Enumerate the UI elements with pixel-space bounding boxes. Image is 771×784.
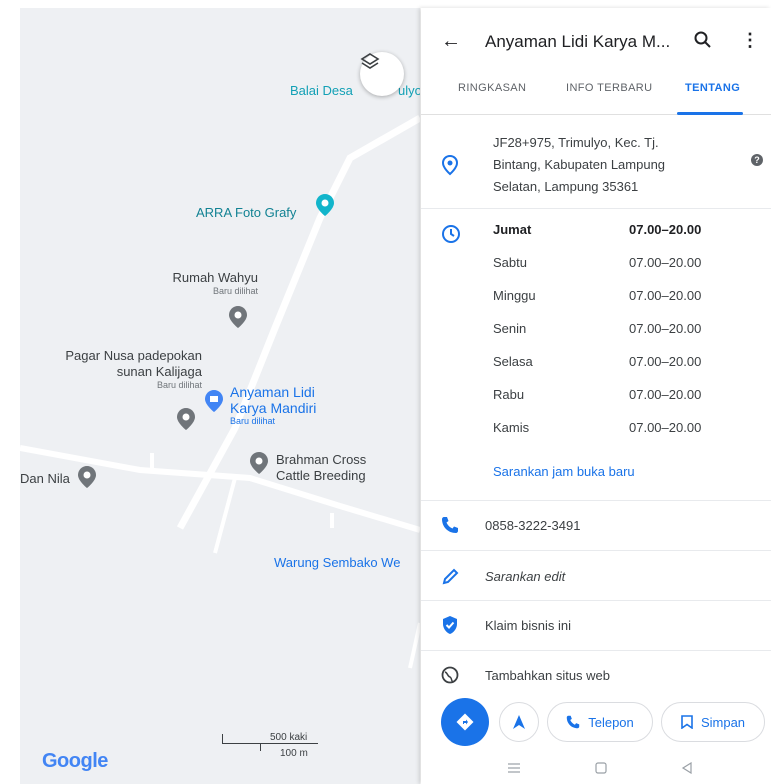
divider: [421, 600, 771, 601]
google-logo: Google: [42, 750, 108, 772]
claim-business-link[interactable]: Klaim bisnis ini: [485, 618, 571, 633]
globe-icon: [441, 666, 459, 684]
divider: [421, 650, 771, 651]
add-website-link[interactable]: Tambahkan situs web: [485, 668, 610, 683]
phone-icon: [442, 517, 458, 533]
scale-imperial: 500 kaki: [270, 732, 308, 743]
poi-brahman-cross[interactable]: Brahman Cross Cattle Breeding: [276, 452, 366, 484]
map-pin-icon[interactable]: [229, 306, 247, 328]
poi-anyaman-lidi[interactable]: Anyaman Lidi Karya Mandiri Baru dilihat: [230, 384, 316, 427]
verified-shield-icon: [443, 616, 457, 634]
menu-icon[interactable]: [507, 762, 521, 774]
suggest-hours-link[interactable]: Sarankan jam buka baru: [493, 464, 635, 479]
home-icon[interactable]: [595, 762, 607, 774]
active-tab-indicator: [677, 112, 743, 115]
poi-rumah-wahyu[interactable]: Rumah Wahyu Baru dilihat: [158, 270, 259, 297]
road-branch-1: [213, 477, 237, 554]
search-icon[interactable]: [693, 30, 713, 50]
poi-pagar-nusa[interactable]: Pagar Nusa padepokan sunan Kalijaga Baru…: [40, 348, 202, 391]
action-bar: Telepon Simpan: [421, 698, 771, 750]
back-nav-icon[interactable]: [681, 762, 693, 774]
start-navigation-button[interactable]: [499, 702, 539, 742]
suggest-edit-link[interactable]: Sarankan edit: [485, 569, 565, 584]
panel-header: ← Anyaman Lidi Karya M... ⋮: [421, 8, 771, 68]
tab-info-terbaru[interactable]: INFO TERBARU: [566, 82, 653, 94]
map-pin-icon[interactable]: [78, 466, 96, 488]
place-title: Anyaman Lidi Karya M...: [485, 32, 671, 51]
call-button[interactable]: Telepon: [547, 702, 653, 742]
tab-tentang[interactable]: TENTANG: [685, 82, 740, 94]
location-pin-icon: [441, 154, 459, 176]
poi-balai-desa[interactable]: Balai Desa: [290, 82, 353, 100]
bookmark-icon: [681, 715, 693, 729]
clock-icon: [442, 225, 460, 243]
divider: [421, 500, 771, 501]
map-scale: 500 kaki 100 m: [220, 726, 330, 766]
road-branch-4: [408, 622, 420, 669]
phone-number[interactable]: 0858-3222-3491: [485, 518, 580, 533]
phone-icon: [566, 715, 580, 729]
poi-balai-desa-tail: ulyo: [398, 83, 420, 98]
map-pin-icon[interactable]: [250, 452, 268, 474]
directions-icon: [456, 713, 474, 731]
navigation-arrow-icon: [513, 715, 525, 729]
tab-ringkasan[interactable]: RINGKASAN: [458, 82, 526, 94]
divider: [421, 550, 771, 551]
address-text[interactable]: JF28+975, Trimulyo, Kec. Tj. Bintang, Ka…: [493, 132, 703, 198]
layers-icon: [360, 53, 380, 69]
poi-warung-sembako[interactable]: Warung Sembako We: [274, 554, 400, 572]
back-arrow-icon[interactable]: ←: [441, 30, 461, 53]
scale-metric: 100 m: [280, 748, 308, 759]
directions-button[interactable]: [441, 698, 489, 746]
shop-pin-icon[interactable]: [205, 390, 223, 412]
divider: [421, 208, 771, 209]
layers-button[interactable]: [360, 52, 404, 96]
poi-dan-nila[interactable]: Dan Nila: [20, 470, 70, 488]
pencil-icon: [442, 568, 459, 585]
camera-pin-icon[interactable]: [316, 194, 334, 216]
tab-bar: RINGKASAN INFO TERBARU TENTANG: [421, 68, 771, 115]
map-view[interactable]: Balai Desa ulyo ARRA Foto Grafy Rumah Wa…: [20, 8, 420, 784]
system-nav-bar: [421, 752, 771, 784]
map-pin-icon[interactable]: [177, 408, 195, 430]
more-vert-icon[interactable]: ⋮: [741, 30, 759, 51]
place-details-panel: ← Anyaman Lidi Karya M... ⋮ RINGKASAN IN…: [421, 8, 771, 784]
save-button[interactable]: Simpan: [661, 702, 765, 742]
poi-arra[interactable]: ARRA Foto Grafy: [196, 204, 296, 222]
help-icon[interactable]: ?: [751, 154, 763, 166]
